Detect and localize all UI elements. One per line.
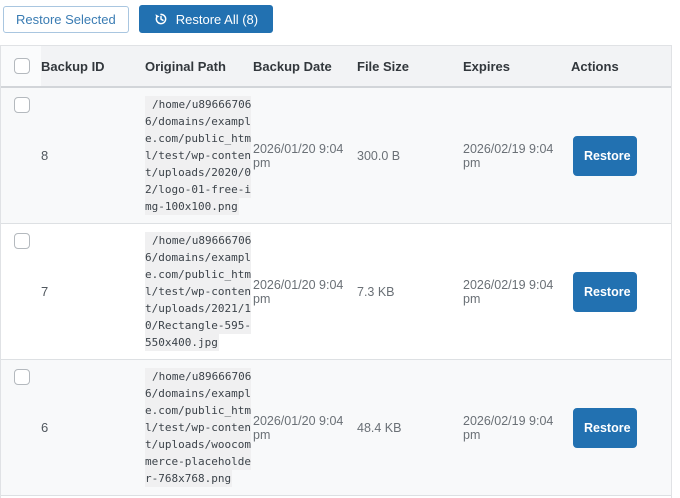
- column-header-actions: Actions: [571, 46, 671, 87]
- backup-toolbar: Restore Selected Restore All (8): [3, 5, 680, 33]
- file-size-cell: 48.4 KB: [357, 360, 463, 496]
- table-header-row: Backup ID Original Path Backup Date File…: [1, 46, 671, 87]
- row-select-cell: [1, 224, 41, 360]
- column-header-backup-id: Backup ID: [41, 46, 145, 87]
- backup-date-cell: 2026/01/20 9:04 pm: [253, 87, 357, 224]
- restore-all-label: Restore All (8): [176, 12, 258, 27]
- expires-cell: 2026/02/19 9:04 pm: [463, 87, 571, 224]
- backup-id-cell: 6: [41, 360, 145, 496]
- backups-table: Backup ID Original Path Backup Date File…: [1, 46, 671, 498]
- clock-history-icon: [154, 12, 168, 26]
- column-header-original-path: Original Path: [145, 46, 253, 87]
- original-path-cell: /home/u896667066/domains/example.com/pub…: [145, 87, 253, 224]
- restore-row-button[interactable]: Restore: [573, 136, 637, 176]
- actions-cell: Restore: [571, 224, 671, 360]
- row-checkbox[interactable]: [14, 369, 30, 385]
- restore-row-button[interactable]: Restore: [573, 408, 637, 448]
- restore-selected-button[interactable]: Restore Selected: [3, 6, 129, 33]
- backup-id-cell: 7: [41, 224, 145, 360]
- file-size-cell: 7.3 KB: [357, 224, 463, 360]
- row-checkbox[interactable]: [14, 97, 30, 113]
- row-select-cell: [1, 360, 41, 496]
- backup-id-cell: 8: [41, 87, 145, 224]
- actions-cell: Restore: [571, 360, 671, 496]
- restore-all-button[interactable]: Restore All (8): [139, 5, 273, 33]
- restore-row-button[interactable]: Restore: [573, 272, 637, 312]
- backup-path: /home/u896667066/domains/example.com/pub…: [145, 96, 251, 215]
- original-path-cell: /home/u896667066/domains/example.com/pub…: [145, 224, 253, 360]
- column-header-expires: Expires: [463, 46, 571, 87]
- backups-table-container: Backup ID Original Path Backup Date File…: [0, 45, 672, 498]
- column-header-backup-date: Backup Date: [253, 46, 357, 87]
- backup-path: /home/u896667066/domains/example.com/pub…: [145, 232, 251, 351]
- backup-path: /home/u896667066/domains/example.com/pub…: [145, 368, 251, 487]
- row-select-cell: [1, 87, 41, 224]
- table-row: 7 /home/u896667066/domains/example.com/p…: [1, 224, 671, 360]
- backup-date-cell: 2026/01/20 9:04 pm: [253, 224, 357, 360]
- row-checkbox[interactable]: [14, 233, 30, 249]
- expires-cell: 2026/02/19 9:04 pm: [463, 224, 571, 360]
- original-path-cell: /home/u896667066/domains/example.com/pub…: [145, 360, 253, 496]
- actions-cell: Restore: [571, 87, 671, 224]
- file-size-cell: 300.0 B: [357, 87, 463, 224]
- column-header-file-size: File Size: [357, 46, 463, 87]
- select-all-cell: [1, 46, 41, 87]
- table-row: 6 /home/u896667066/domains/example.com/p…: [1, 360, 671, 496]
- expires-cell: 2026/02/19 9:04 pm: [463, 360, 571, 496]
- select-all-checkbox[interactable]: [14, 58, 30, 74]
- table-row: 8 /home/u896667066/domains/example.com/p…: [1, 87, 671, 224]
- backup-date-cell: 2026/01/20 9:04 pm: [253, 360, 357, 496]
